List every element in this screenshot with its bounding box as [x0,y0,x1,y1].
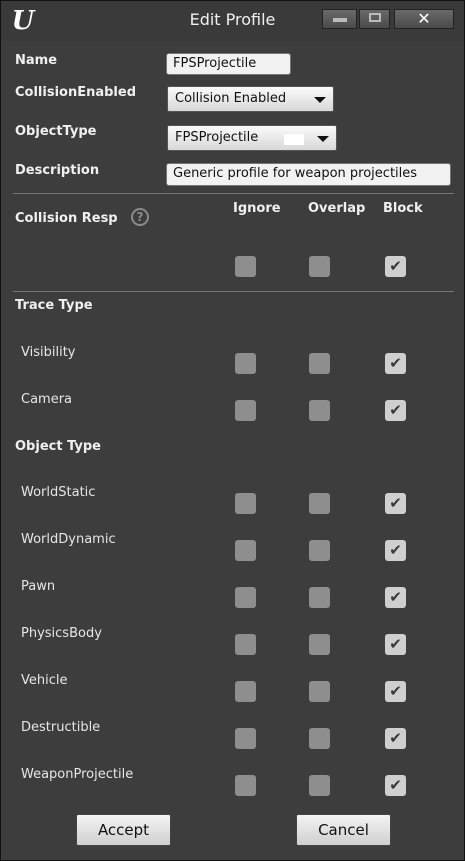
row-visibility-overlap-checkbox[interactable] [309,353,330,374]
row-weaponprojectile-ignore-checkbox[interactable] [235,775,256,796]
title-bar[interactable]: U Edit Profile ✕ [1,1,464,41]
row-vehicle-block-checkbox[interactable]: ✔ [385,681,406,702]
row-pawn-block-checkbox[interactable]: ✔ [385,587,406,608]
row-weaponprojectile-block-checkbox[interactable]: ✔ [385,775,406,796]
row-worlddynamic-ignore-checkbox[interactable] [235,540,256,561]
row-camera-ignore-checkbox[interactable] [235,400,256,421]
collision-all-block-checkbox[interactable]: ✔ [385,256,406,277]
collision-response-label: Collision Resp [15,211,118,226]
checkmark-icon: ✔ [389,588,402,606]
description-input[interactable]: Generic profile for weapon projectiles [166,163,451,186]
row-label-visibility: Visibility [21,345,76,360]
row-camera-block-checkbox[interactable]: ✔ [385,400,406,421]
row-physicsbody-overlap-checkbox[interactable] [309,634,330,655]
row-physicsbody-ignore-checkbox[interactable] [235,634,256,655]
chevron-down-icon [314,97,326,103]
collision-all-ignore-checkbox[interactable] [235,256,256,277]
row-physicsbody-block-checkbox[interactable]: ✔ [385,634,406,655]
help-icon[interactable]: ? [131,208,149,226]
row-worldstatic-overlap-checkbox[interactable] [309,493,330,514]
row-pawn-overlap-checkbox[interactable] [309,587,330,608]
row-label-vehicle: Vehicle [21,673,68,688]
checkmark-icon: ✔ [389,635,402,653]
row-camera-overlap-checkbox[interactable] [309,400,330,421]
checkmark-icon: ✔ [389,682,402,700]
row-label-destructible: Destructible [21,720,101,735]
column-block: Block [383,201,423,216]
row-label-worlddynamic: WorldDynamic [21,532,116,547]
edit-profile-window: U Edit Profile ✕ Name FPSProjectile Coll… [0,0,465,861]
maximize-icon [368,13,381,22]
checkmark-icon: ✔ [389,401,402,419]
divider [13,291,454,292]
row-destructible-overlap-checkbox[interactable] [309,728,330,749]
row-worlddynamic-block-checkbox[interactable]: ✔ [385,540,406,561]
accept-button[interactable]: Accept [76,814,171,846]
column-overlap: Overlap [308,201,366,216]
checkmark-icon: ✔ [389,257,402,275]
checkmark-icon: ✔ [389,541,402,559]
row-label-pawn: Pawn [21,579,56,594]
object-type-value: FPSProjectile [175,130,259,145]
minimize-button[interactable] [322,9,357,29]
checkmark-icon: ✔ [389,354,402,372]
row-destructible-block-checkbox[interactable]: ✔ [385,728,406,749]
name-input[interactable]: FPSProjectile [166,53,291,75]
minimize-icon [332,18,347,22]
row-label-camera: Camera [21,392,73,407]
row-visibility-block-checkbox[interactable]: ✔ [385,353,406,374]
object-type-dropdown[interactable]: FPSProjectile [167,125,337,151]
checkmark-icon: ✔ [389,729,402,747]
column-ignore: Ignore [233,201,281,216]
row-label-worldstatic: WorldStatic [21,485,96,500]
description-label: Description [15,163,100,178]
collision-enabled-dropdown[interactable]: Collision Enabled [167,86,334,112]
row-worldstatic-block-checkbox[interactable]: ✔ [385,493,406,514]
object-type-label: ObjectType [15,124,97,139]
row-worldstatic-ignore-checkbox[interactable] [235,493,256,514]
row-vehicle-ignore-checkbox[interactable] [235,681,256,702]
checkmark-icon: ✔ [389,494,402,512]
checkmark-icon: ✔ [389,776,402,794]
row-visibility-ignore-checkbox[interactable] [235,353,256,374]
row-pawn-ignore-checkbox[interactable] [235,587,256,608]
cancel-button[interactable]: Cancel [296,814,391,846]
row-worlddynamic-overlap-checkbox[interactable] [309,540,330,561]
trace-type-heading: Trace Type [15,298,93,313]
selection-highlight [284,134,304,145]
collision-enabled-label: CollisionEnabled [15,85,137,100]
row-label-weaponprojectile: WeaponProjectile [21,767,134,782]
close-button[interactable]: ✕ [394,9,454,29]
object-type-heading: Object Type [15,439,101,454]
name-label: Name [15,53,58,68]
collision-all-overlap-checkbox[interactable] [309,256,330,277]
chevron-down-icon [317,136,329,142]
row-weaponprojectile-overlap-checkbox[interactable] [309,775,330,796]
divider [13,193,454,194]
row-destructible-ignore-checkbox[interactable] [235,728,256,749]
row-label-physicsbody: PhysicsBody [21,626,102,641]
row-vehicle-overlap-checkbox[interactable] [309,681,330,702]
collision-enabled-value: Collision Enabled [175,91,287,106]
maximize-button[interactable] [359,9,390,29]
